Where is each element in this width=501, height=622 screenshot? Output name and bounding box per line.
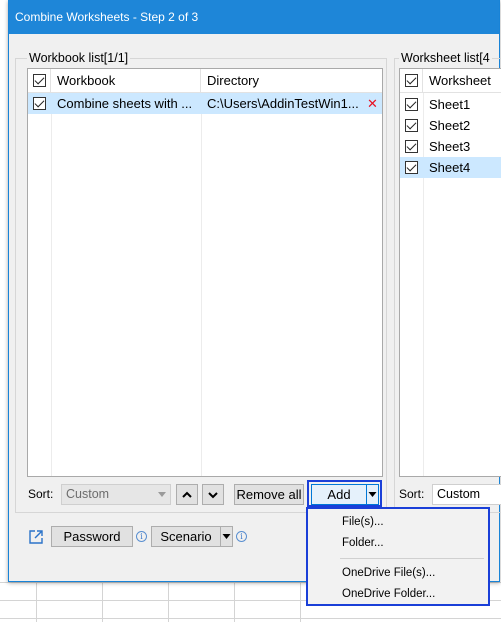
external-link-icon[interactable] <box>27 528 45 546</box>
worksheet-select-all-checkbox[interactable] <box>405 74 418 87</box>
worksheet-list-header: Worksheet <box>400 69 501 93</box>
x-icon[interactable]: ✕ <box>367 93 378 114</box>
select-all-checkbox[interactable] <box>33 74 46 87</box>
scenario-button[interactable]: Scenario <box>151 526 221 547</box>
worksheet-select-all-column[interactable] <box>400 69 423 92</box>
workbook-name: Combine sheets with ... <box>57 96 193 111</box>
workbook-row[interactable]: Combine sheets with ... C:\Users\AddinTe… <box>28 93 382 114</box>
menu-item-onedrive-files[interactable]: OneDrive File(s)... <box>308 563 488 583</box>
worksheet-row-checkbox[interactable] <box>405 161 418 174</box>
info-icon[interactable]: i <box>236 531 247 542</box>
worksheet-name: Sheet4 <box>429 160 471 175</box>
worksheet-row[interactable]: Sheet1 <box>400 94 501 115</box>
worksheet-row[interactable]: Sheet4 <box>400 157 501 178</box>
column-header-directory[interactable]: Directory <box>201 69 382 92</box>
chevron-down-icon <box>208 492 218 499</box>
worksheet-name: Sheet1 <box>429 97 471 112</box>
workbook-list-header: Workbook Directory <box>28 69 382 93</box>
worksheet-sort-label: Sort: <box>399 487 425 501</box>
add-button[interactable]: Add <box>311 484 367 505</box>
add-dropdown-toggle[interactable] <box>366 484 379 505</box>
workbook-directory: C:\Users\AddinTestWin1... <box>207 96 359 111</box>
select-all-column[interactable] <box>28 69 51 92</box>
worksheet-row-checkbox[interactable] <box>405 119 418 132</box>
window-title: Combine Worksheets - Step 2 of 3 <box>15 10 199 24</box>
worksheet-row-checkbox[interactable] <box>405 98 418 111</box>
workbook-listview[interactable]: Workbook Directory Combine sheets with .… <box>27 68 383 477</box>
caret-down-icon <box>222 534 231 539</box>
worksheet-row[interactable]: Sheet3 <box>400 136 501 157</box>
info-icon[interactable]: i <box>136 531 147 542</box>
remove-all-button[interactable]: Remove all <box>234 484 304 505</box>
add-dropdown-menu: File(s)... Folder... OneDrive File(s)...… <box>306 507 490 606</box>
add-button-label: Add <box>327 487 351 502</box>
caret-down-icon <box>368 492 377 497</box>
workbook-list-label: Workbook list[1/1] <box>27 51 131 65</box>
column-header-worksheet[interactable]: Worksheet <box>423 69 501 92</box>
chevron-up-icon <box>182 491 192 498</box>
worksheet-listview[interactable]: Worksheet Sheet1 Sheet2 Sheet3 Sheet4 <box>399 68 501 477</box>
worksheet-list-label: Worksheet list[4 <box>399 51 492 65</box>
menu-separator <box>340 558 484 559</box>
worksheet-sort-dropdown[interactable]: Custom <box>432 484 501 505</box>
scenario-button-label: Scenario <box>160 529 212 544</box>
chevron-down-icon <box>158 492 166 497</box>
worksheet-sort-value: Custom <box>437 487 481 501</box>
scenario-dropdown-toggle[interactable] <box>220 526 233 547</box>
workbook-sort-dropdown[interactable]: Custom <box>61 484 171 505</box>
password-button[interactable]: Password <box>51 526 133 547</box>
workbook-sort-value: Custom <box>66 487 110 501</box>
workbook-row-checkbox[interactable] <box>33 97 46 110</box>
move-down-button[interactable] <box>202 484 224 505</box>
menu-item-folder[interactable]: Folder... <box>308 533 488 553</box>
title-bar: Combine Worksheets - Step 2 of 3 <box>9 0 499 34</box>
menu-item-onedrive-folder[interactable]: OneDrive Folder... <box>308 584 488 604</box>
workbook-sort-label: Sort: <box>28 487 54 501</box>
worksheet-row-checkbox[interactable] <box>405 140 418 153</box>
worksheet-row[interactable]: Sheet2 <box>400 115 501 136</box>
column-header-workbook[interactable]: Workbook <box>51 69 201 92</box>
move-up-button[interactable] <box>176 484 198 505</box>
worksheet-name: Sheet3 <box>429 139 471 154</box>
app: Combine Worksheets - Step 2 of 3 Workboo… <box>0 0 501 622</box>
worksheet-name: Sheet2 <box>429 118 471 133</box>
combine-worksheets-dialog: Combine Worksheets - Step 2 of 3 Workboo… <box>8 0 501 582</box>
menu-item-files[interactable]: File(s)... <box>308 512 488 532</box>
